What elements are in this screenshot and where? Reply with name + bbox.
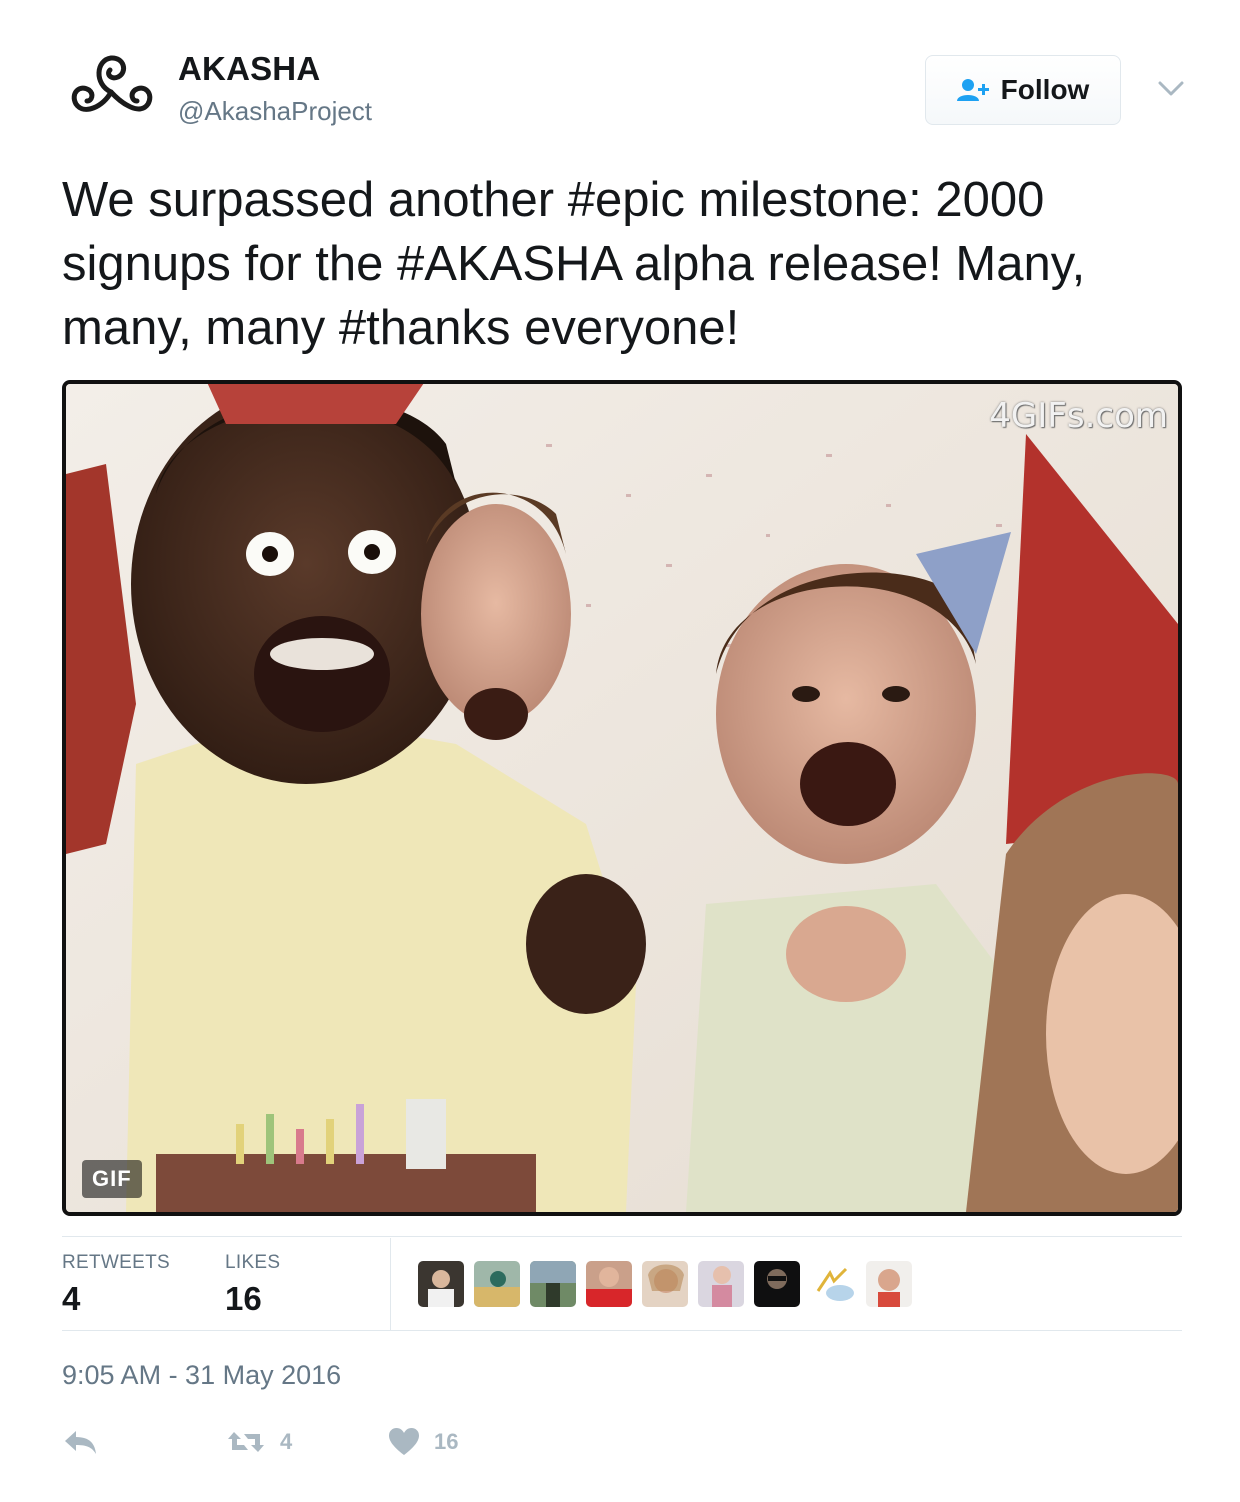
media-watermark: 4GIFs.com: [989, 396, 1168, 436]
reply-button[interactable]: [62, 1425, 98, 1459]
gif-badge: GIF: [82, 1160, 142, 1198]
avatar[interactable]: [62, 46, 160, 136]
retweets-stat[interactable]: RETWEETS 4: [62, 1252, 170, 1318]
liker-avatar[interactable]: [586, 1261, 632, 1307]
follow-button-label: Follow: [1000, 74, 1090, 105]
liker-avatar[interactable]: [754, 1261, 800, 1307]
divider: [62, 1236, 1182, 1237]
reply-icon: [65, 1431, 96, 1454]
liker-avatar[interactable]: [474, 1261, 520, 1307]
follow-button[interactable]: Follow: [925, 55, 1121, 125]
tweet-media-gif[interactable]: 4GIFs.com GIF: [62, 380, 1182, 1216]
retweet-icon: [228, 1432, 264, 1452]
liker-avatar[interactable]: [642, 1261, 688, 1307]
tweet-text: We surpassed another #epic milestone: 20…: [62, 173, 1086, 355]
chevron-down-icon[interactable]: [1158, 80, 1184, 98]
retweet-button[interactable]: 4: [226, 1425, 292, 1459]
account-handle[interactable]: @AkashaProject: [178, 96, 372, 127]
liker-avatar[interactable]: [418, 1261, 464, 1307]
retweets-label: RETWEETS: [62, 1252, 170, 1273]
liker-avatar[interactable]: [810, 1261, 856, 1307]
likes-label: LIKES: [225, 1252, 281, 1273]
account-name[interactable]: AKASHA: [178, 50, 320, 88]
add-user-icon: [956, 79, 989, 101]
akasha-triskelion-logo: [71, 55, 153, 112]
heart-icon: [389, 1428, 419, 1455]
liker-avatar[interactable]: [698, 1261, 744, 1307]
likes-stat[interactable]: LIKES 16: [225, 1252, 280, 1318]
party-kids-image: [66, 384, 1178, 1212]
retweet-count: 4: [280, 1429, 293, 1454]
likes-count: 16: [225, 1280, 262, 1317]
retweets-count: 4: [62, 1280, 81, 1317]
tweet-timestamp[interactable]: 9:05 AM - 31 May 2016: [62, 1360, 341, 1391]
like-count: 16: [434, 1429, 459, 1454]
divider: [62, 1330, 1182, 1331]
like-button[interactable]: 16: [388, 1425, 458, 1459]
stats-separator: [390, 1238, 391, 1330]
liker-avatar[interactable]: [866, 1261, 912, 1307]
liker-avatar[interactable]: [530, 1261, 576, 1307]
